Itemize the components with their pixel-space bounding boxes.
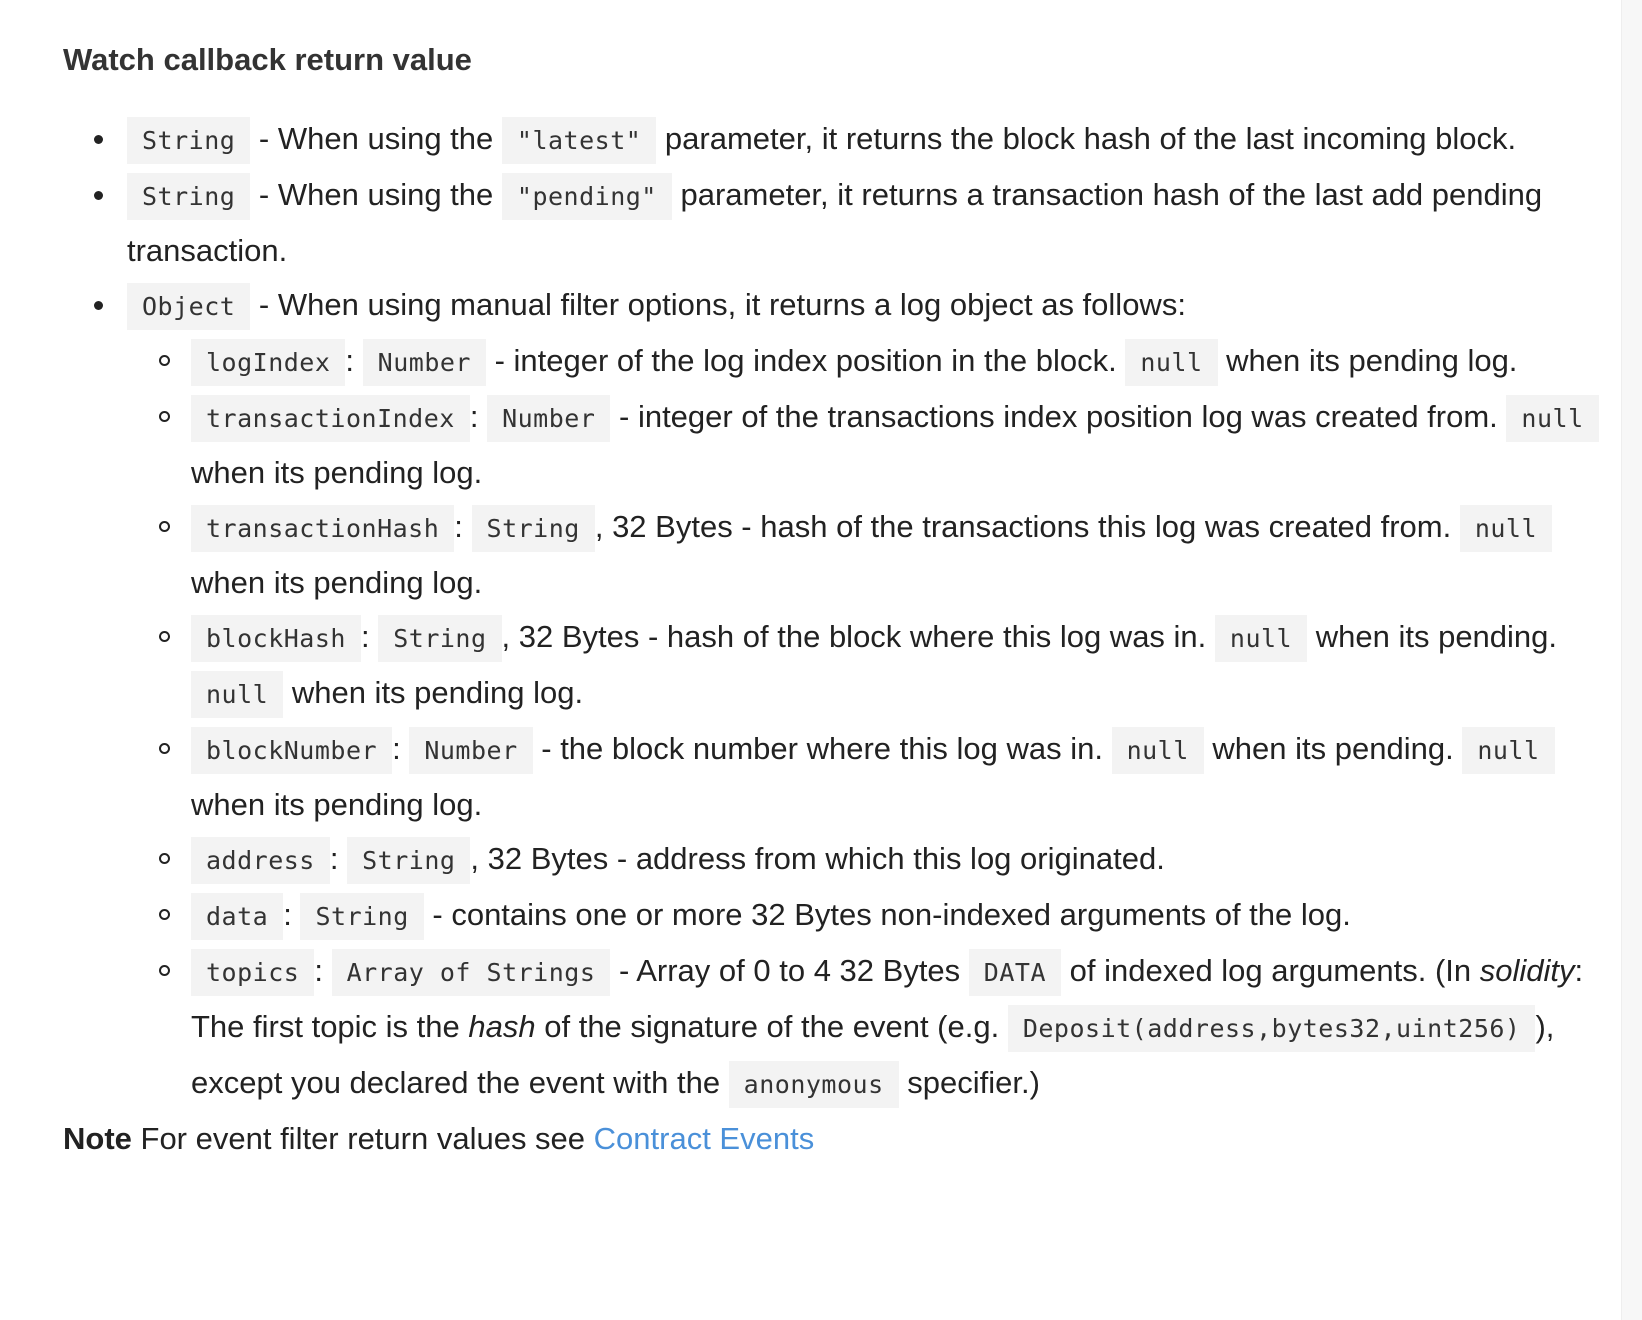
note-label: Note [63, 1121, 132, 1156]
field-type-code: Number [409, 727, 533, 774]
scrollbar-track[interactable] [1621, 0, 1642, 1320]
field-name-code: transactionIndex [191, 395, 470, 442]
field-blockHash: blockHash: String, 32 Bytes - hash of th… [127, 610, 1608, 722]
field-type-code: Number [362, 339, 486, 386]
doc-content: Watch callback return value String - Whe… [63, 38, 1608, 1166]
field-name-code: data [191, 893, 284, 940]
field-blockNumber: blockNumber: Number - the block number w… [127, 722, 1608, 832]
return-value-list: String - When using the "latest" paramet… [63, 112, 1608, 1112]
anonymous-code: anonymous [728, 1061, 899, 1108]
note-paragraph: Note For event filter return values see … [63, 1112, 1608, 1166]
field-name-code: logIndex [191, 339, 346, 386]
field-type-code: Number [487, 395, 611, 442]
field-transactionIndex: transactionIndex: Number - integer of th… [127, 390, 1608, 500]
param-code: "latest" [501, 117, 657, 164]
null-code: null [1462, 727, 1555, 774]
emphasis-solidity: solidity [1479, 953, 1575, 988]
example-code: Deposit(address,bytes32,uint256) [1007, 1005, 1536, 1052]
field-logIndex: logIndex: Number - integer of the log in… [127, 334, 1608, 390]
list-item-latest: String - When using the "latest" paramet… [63, 112, 1608, 168]
item-text: parameter, it returns the block hash of … [656, 121, 1517, 156]
section-heading: Watch callback return value [63, 42, 472, 77]
field-name-code: blockHash [191, 615, 361, 662]
list-item-object: Object - When using manual filter option… [63, 278, 1608, 1112]
field-type-code: String [300, 893, 424, 940]
item-text: - When using manual filter options, it r… [250, 287, 1186, 322]
type-code: String [127, 117, 251, 164]
field-transactionHash: transactionHash: String, 32 Bytes - hash… [127, 500, 1608, 610]
field-data: data: String - contains one or more 32 B… [127, 888, 1608, 944]
null-code: null [191, 671, 284, 718]
type-code: String [127, 173, 251, 220]
field-topics: topics: Array of Strings - Array of 0 to… [127, 944, 1608, 1112]
log-object-fields: logIndex: Number - integer of the log in… [127, 334, 1608, 1112]
item-text: - When using the [250, 121, 502, 156]
field-name-code: topics [191, 949, 315, 996]
type-code: Object [127, 283, 251, 330]
item-text: - When using the [250, 177, 502, 212]
field-name-code: transactionHash [191, 505, 455, 552]
field-address: address: String, 32 Bytes - address from… [127, 832, 1608, 888]
field-type-code: String [471, 505, 595, 552]
null-code: null [1111, 727, 1204, 774]
field-type-code: String [347, 837, 471, 884]
field-type-code: Array of Strings [331, 949, 611, 996]
null-code: null [1506, 395, 1599, 442]
contract-events-link[interactable]: Contract Events [594, 1121, 815, 1156]
data-code: DATA [968, 949, 1062, 996]
list-item-pending: String - When using the "pending" parame… [63, 168, 1608, 278]
field-name-code: address [191, 837, 330, 884]
field-type-code: String [378, 615, 502, 662]
null-code: null [1459, 505, 1553, 552]
emphasis-hash: hash [468, 1009, 536, 1044]
note-text: For event filter return values see [131, 1121, 594, 1156]
param-code: "pending" [501, 173, 672, 220]
null-code: null [1125, 339, 1218, 386]
field-name-code: blockNumber [191, 727, 393, 774]
null-code: null [1214, 615, 1308, 662]
